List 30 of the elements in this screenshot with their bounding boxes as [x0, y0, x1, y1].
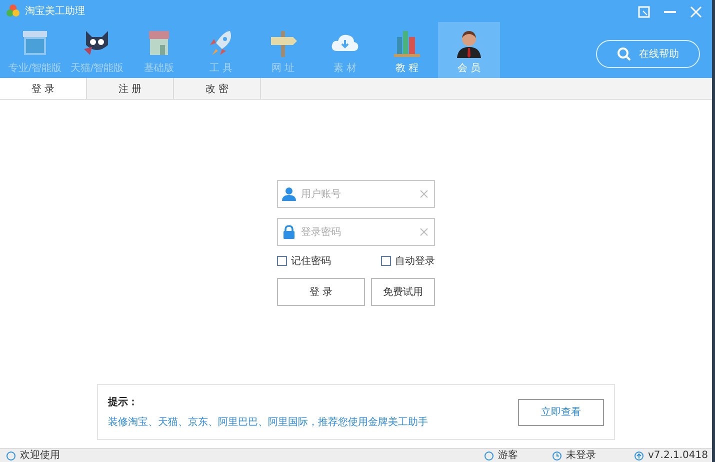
checkbox[interactable]	[381, 256, 391, 266]
clear-icon[interactable]	[420, 228, 428, 236]
status-text: v7.2.1.0418	[648, 449, 708, 462]
restore-icon[interactable]	[638, 6, 650, 18]
notice-title: 提示：	[108, 396, 139, 409]
search-icon	[617, 47, 631, 61]
login-button[interactable]: 登 录	[277, 278, 365, 306]
checkbox[interactable]	[277, 256, 287, 266]
window-title: 淘宝美工助理	[25, 4, 85, 18]
nav-item[interactable]: 教 程	[376, 22, 438, 78]
nav-item[interactable]: 会 员	[438, 22, 500, 78]
free-trial-button[interactable]: 免费试用	[371, 278, 435, 306]
app-logo-icon	[6, 4, 20, 18]
online-help-button[interactable]: 在线帮助	[596, 40, 700, 68]
clock-icon	[552, 451, 562, 461]
checkbox-label: 自动登录	[395, 255, 435, 268]
upgrade-icon	[634, 451, 644, 461]
lock-icon	[282, 225, 296, 239]
clear-icon[interactable]	[420, 190, 428, 198]
notice-text: 装修淘宝、天猫、京东、阿里巴巴、阿里国际，推荐您使用金牌美工助手	[108, 416, 428, 429]
view-now-button[interactable]: 立即查看	[518, 398, 604, 426]
status-text: 游客	[498, 449, 518, 462]
close-icon[interactable]	[690, 6, 702, 18]
status-text: 未登录	[566, 449, 596, 462]
password-field[interactable]: 登录密码	[277, 218, 435, 246]
username-field[interactable]: 用户账号	[277, 180, 435, 208]
checkbox-label: 记住密码	[291, 254, 331, 268]
tab[interactable]: 登 录	[0, 78, 87, 99]
user-icon	[282, 187, 296, 201]
status-text: 欢迎使用	[20, 449, 60, 462]
